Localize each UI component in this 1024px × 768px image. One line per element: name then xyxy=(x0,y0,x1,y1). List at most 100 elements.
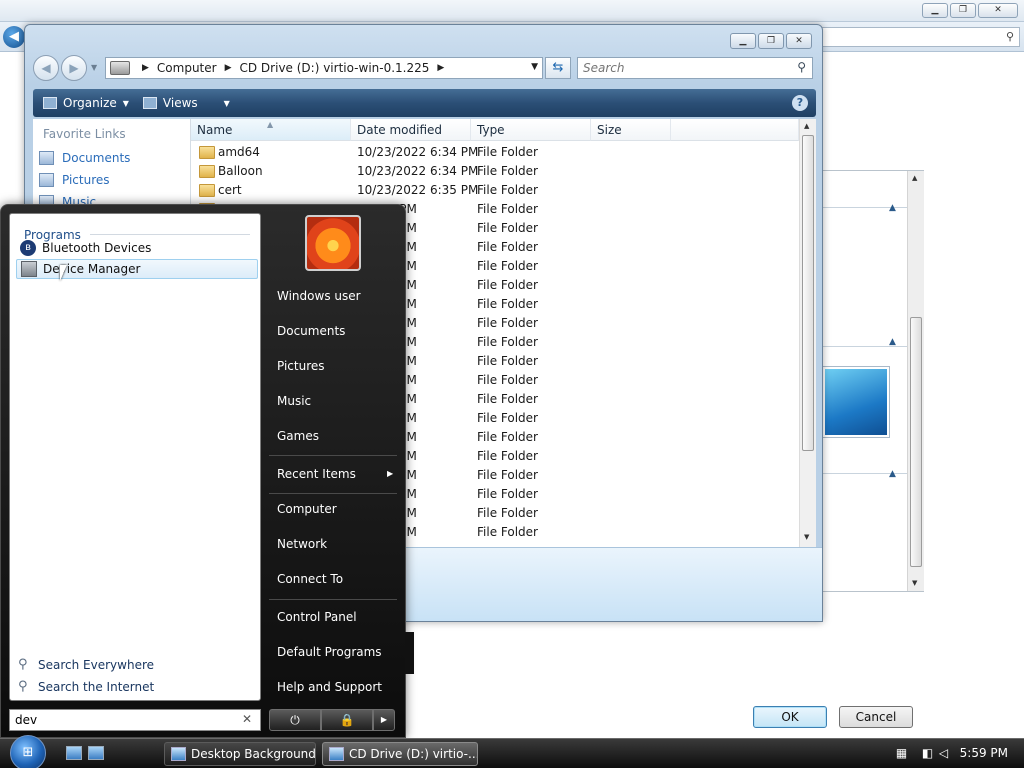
organize-label: Organize xyxy=(63,96,117,110)
file-list-scrollbar[interactable]: ▲ ▼ xyxy=(799,119,816,547)
cell-type: File Folder xyxy=(477,183,538,197)
back-button[interactable]: ◀ xyxy=(33,55,59,81)
power-button[interactable]: ⏻ xyxy=(269,709,321,731)
sort-ascending-icon: ▲ xyxy=(267,120,274,129)
notification-area: ▦ ◧ ◁ 5:59 PM xyxy=(884,739,1024,768)
shutdown-options-button[interactable]: ▶ xyxy=(373,709,395,731)
start-item-windows-user[interactable]: Windows user xyxy=(277,289,361,303)
chevron-right-icon[interactable]: ▶ xyxy=(437,63,444,73)
close-icon[interactable]: ✕ xyxy=(978,3,1018,18)
forward-button[interactable]: ▶ xyxy=(61,55,87,81)
speaker-tray-icon[interactable]: ◁ xyxy=(936,746,951,761)
ok-button[interactable]: OK xyxy=(753,706,827,728)
start-item-help-and-support[interactable]: Help and Support xyxy=(277,680,382,694)
column-header-name[interactable]: ▲ Name xyxy=(191,119,351,141)
start-item-music[interactable]: Music xyxy=(277,394,311,408)
start-menu-edge xyxy=(405,632,414,674)
favorite-link-documents[interactable]: Documents xyxy=(39,151,130,165)
start-item-computer[interactable]: Computer xyxy=(277,502,337,516)
table-row[interactable]: Balloon 10/23/2022 6:34 PM File Folder xyxy=(191,162,799,181)
column-header-date-modified[interactable]: Date modified xyxy=(351,119,471,141)
search-internet-link[interactable]: ⚲ Search the Internet xyxy=(18,679,154,695)
start-button[interactable]: ⊞ xyxy=(10,735,46,768)
search-icon: ⚲ xyxy=(18,679,28,694)
refresh-button[interactable]: ⇆ xyxy=(545,57,571,79)
chevron-up-icon[interactable]: ▲ xyxy=(889,337,896,347)
column-header-size[interactable]: Size xyxy=(591,119,671,141)
start-search-box[interactable]: ✕ xyxy=(9,709,261,731)
taskbar-button-desktop-background[interactable]: Desktop Background xyxy=(164,742,316,766)
chevron-up-icon[interactable]: ▲ xyxy=(889,203,896,213)
cell-type: File Folder xyxy=(477,278,538,292)
scrollbar-thumb[interactable] xyxy=(802,135,814,451)
task-label: Desktop Background xyxy=(191,747,316,761)
start-menu-results-pane: Programs ʙ Bluetooth Devices Device Mana… xyxy=(9,213,261,701)
address-bar[interactable]: ▶ Computer ▶ CD Drive (D:) virtio-win-0.… xyxy=(105,57,543,79)
scroll-up-icon[interactable]: ▲ xyxy=(804,122,809,130)
volume-tray-icon[interactable]: ◧ xyxy=(920,746,935,761)
program-device-manager[interactable]: Device Manager xyxy=(16,259,258,279)
table-row[interactable]: cert 10/23/2022 6:35 PM File Folder xyxy=(191,181,799,200)
chevron-right-icon[interactable]: ▶ xyxy=(225,63,232,73)
start-item-control-panel[interactable]: Control Panel xyxy=(277,610,357,624)
wallpaper-thumbnail[interactable] xyxy=(823,367,889,437)
start-search-input[interactable] xyxy=(10,710,230,730)
user-picture[interactable] xyxy=(305,215,361,271)
start-item-network[interactable]: Network xyxy=(277,537,327,551)
breadcrumb-cd-drive[interactable]: CD Drive (D:) virtio-win-0.1.225 xyxy=(240,61,430,75)
background-scrollbar[interactable]: ▲ ▼ xyxy=(907,171,924,591)
start-menu-divider xyxy=(269,455,397,456)
lock-icon: 🔒 xyxy=(339,713,355,727)
explorer-search-box[interactable]: ⚲ xyxy=(577,57,813,79)
background-search-input[interactable]: ⚲ xyxy=(820,27,1020,47)
minimize-icon[interactable]: ▁ xyxy=(922,3,948,18)
lock-button[interactable]: 🔒 xyxy=(321,709,373,731)
back-arrow-icon[interactable]: ◀ xyxy=(3,26,25,48)
scroll-down-icon[interactable]: ▼ xyxy=(912,579,917,587)
start-item-default-programs[interactable]: Default Programs xyxy=(277,645,382,659)
maximize-icon[interactable]: ❐ xyxy=(758,33,784,49)
views-button[interactable]: Views ▼ xyxy=(142,96,230,110)
organize-button[interactable]: Organize ▼ xyxy=(43,96,129,110)
clear-search-icon[interactable]: ✕ xyxy=(242,712,252,726)
show-desktop-icon[interactable] xyxy=(66,746,82,760)
start-item-connect-to[interactable]: Connect To xyxy=(277,572,343,586)
views-icon xyxy=(142,97,157,109)
scroll-down-icon[interactable]: ▼ xyxy=(804,533,809,541)
scrollbar-thumb[interactable] xyxy=(910,317,922,567)
chevron-right-icon[interactable]: ▶ xyxy=(142,63,149,73)
search-icon[interactable]: ⚲ xyxy=(1006,30,1014,43)
taskbar-button-cd-drive[interactable]: CD Drive (D:) virtio-... xyxy=(322,742,478,766)
column-header-type[interactable]: Type xyxy=(471,119,591,141)
table-row[interactable]: amd64 10/23/2022 6:34 PM File Folder xyxy=(191,143,799,162)
cell-type: File Folder xyxy=(477,354,538,368)
favorite-link-pictures[interactable]: Pictures xyxy=(39,173,110,187)
network-tray-icon[interactable]: ▦ xyxy=(894,746,909,761)
address-dropdown-icon[interactable]: ▼ xyxy=(531,62,538,72)
start-item-recent-items[interactable]: Recent Items xyxy=(277,467,356,481)
bluetooth-icon: ʙ xyxy=(20,240,36,256)
clock[interactable]: 5:59 PM xyxy=(960,746,1008,760)
cell-type: File Folder xyxy=(477,411,538,425)
program-bluetooth-devices[interactable]: ʙ Bluetooth Devices xyxy=(16,238,258,258)
start-menu-divider xyxy=(269,599,397,600)
help-icon[interactable]: ? xyxy=(792,95,808,111)
search-everywhere-link[interactable]: ⚲ Search Everywhere xyxy=(18,658,154,673)
recent-pages-dropdown-icon[interactable]: ▼ xyxy=(91,63,97,72)
switch-windows-icon[interactable] xyxy=(88,746,104,760)
cell-type: File Folder xyxy=(477,506,538,520)
start-item-pictures[interactable]: Pictures xyxy=(277,359,325,373)
background-title-bar: ▁ ❐ ✕ xyxy=(0,0,1024,22)
cell-type: File Folder xyxy=(477,164,538,178)
chevron-up-icon[interactable]: ▲ xyxy=(889,469,896,479)
breadcrumb-computer[interactable]: Computer xyxy=(157,61,217,75)
close-icon[interactable]: ✕ xyxy=(786,33,812,49)
cancel-button[interactable]: Cancel xyxy=(839,706,913,728)
search-icon[interactable]: ⚲ xyxy=(797,60,806,74)
maximize-icon[interactable]: ❐ xyxy=(950,3,976,18)
minimize-icon[interactable]: ▁ xyxy=(730,33,756,49)
start-item-documents[interactable]: Documents xyxy=(277,324,345,338)
start-item-games[interactable]: Games xyxy=(277,429,319,443)
search-input[interactable] xyxy=(578,58,778,78)
scroll-up-icon[interactable]: ▲ xyxy=(912,174,917,182)
